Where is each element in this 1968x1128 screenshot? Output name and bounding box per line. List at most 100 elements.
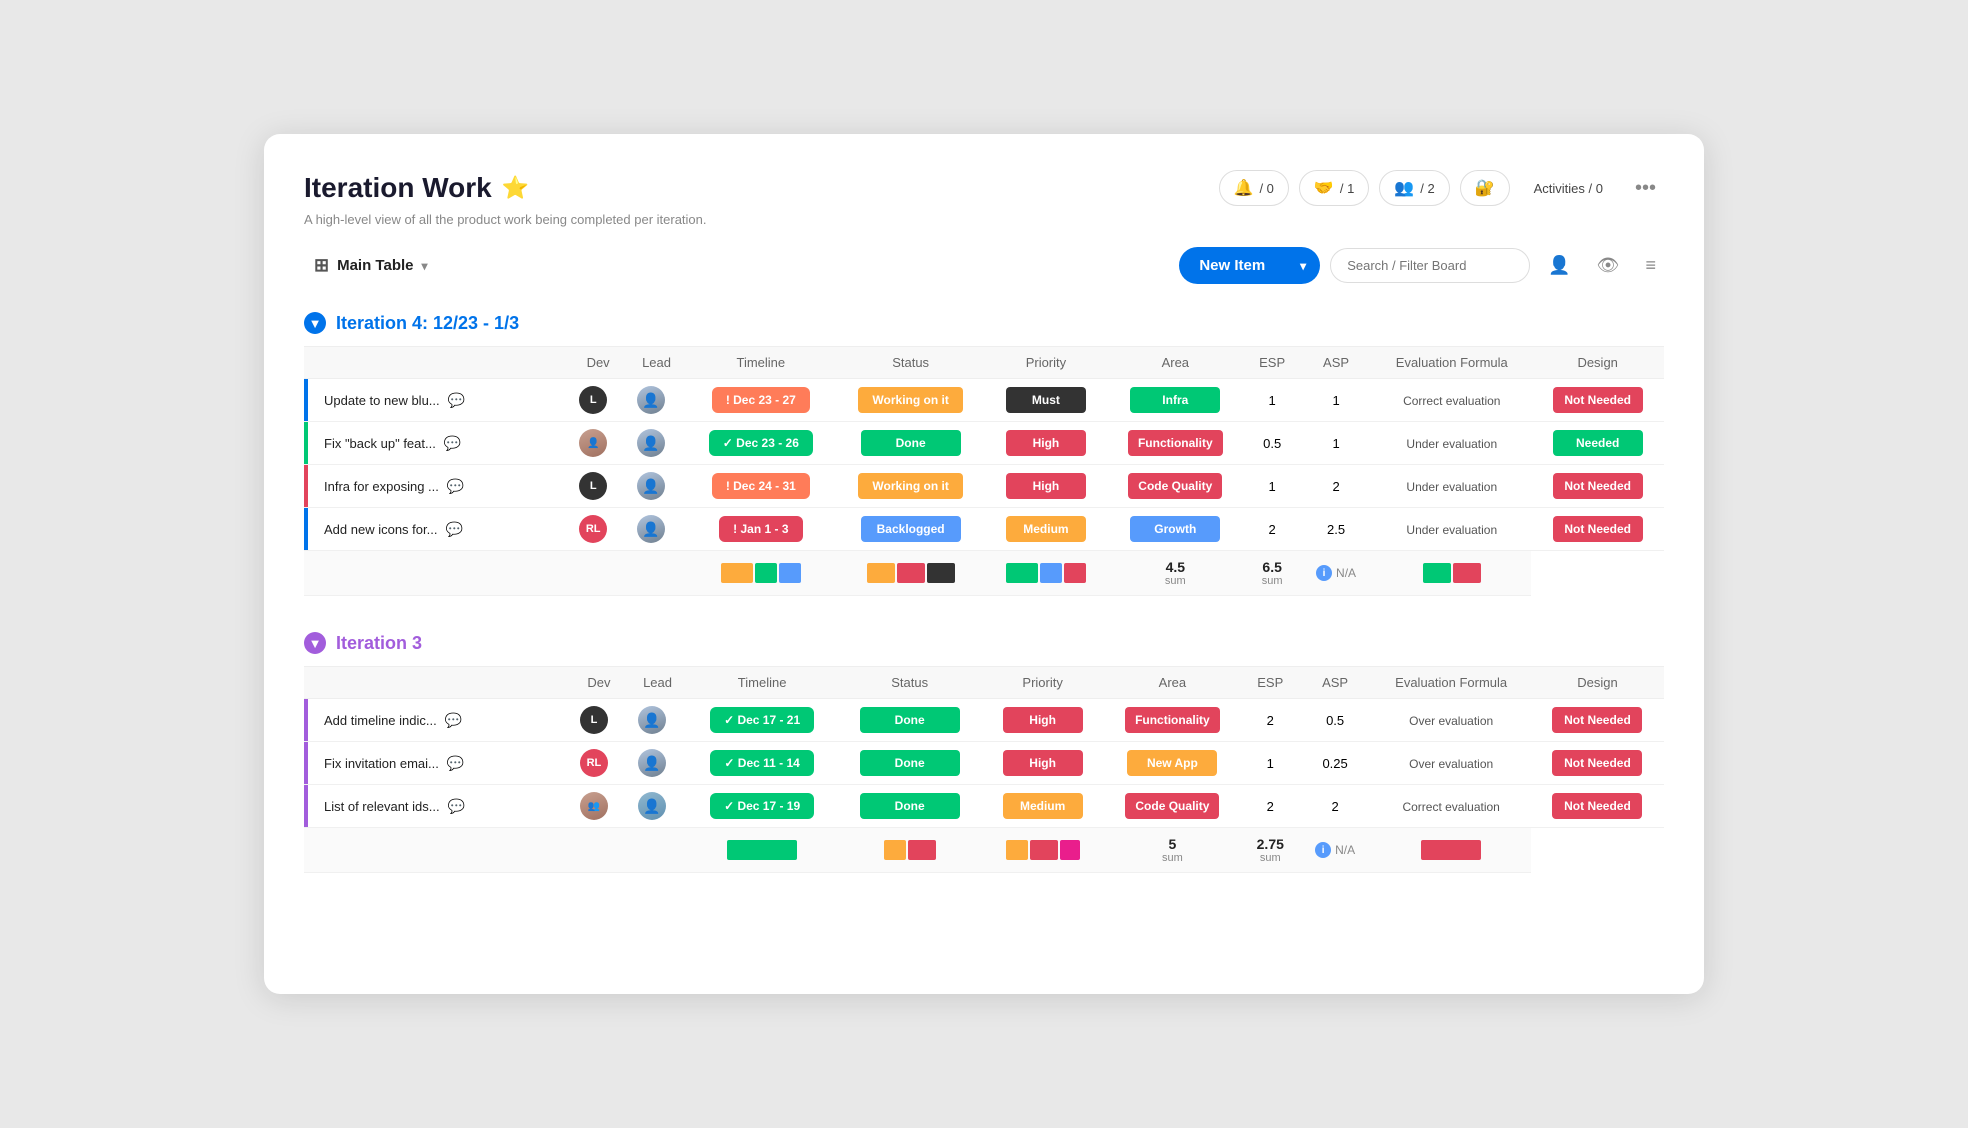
asp-cell: 2.5 (1300, 508, 1372, 551)
title-row: Iteration Work ⭐ (304, 172, 529, 204)
more-options-btn[interactable]: ••• (1627, 173, 1664, 204)
area-cell: New App (1103, 742, 1242, 785)
info-icon: i (1315, 842, 1331, 858)
iteration3-table: Dev Lead Timeline Status Priority Area E… (304, 666, 1664, 873)
summary-eval: i N/A (1299, 828, 1372, 873)
priority-cell: High (986, 465, 1107, 508)
star-icon[interactable]: ⭐ (502, 175, 529, 201)
timeline-badge: ! Jan 1 - 3 (719, 516, 802, 542)
summary-status (836, 551, 986, 596)
design-cell: Not Needed (1531, 742, 1664, 785)
lead-avatar: 👤 (637, 429, 665, 457)
avatar: RL (579, 515, 607, 543)
status-badge: Backlogged (861, 516, 961, 542)
chevron-down-icon: ▾ (422, 259, 428, 273)
members-btn[interactable]: 👥 / 2 (1379, 170, 1449, 206)
table-row: List of relevant ids... 💬 👥 👤 ✓ Dec 17 -… (304, 785, 1664, 828)
iteration3-summary-row: 5 sum 2.75 sum i N/A (304, 828, 1664, 873)
timeline-cell: ! Dec 24 - 31 (686, 465, 836, 508)
status-badge: Done (860, 793, 960, 819)
header-top: Iteration Work ⭐ 🔔 / 0 🤝 / 1 👥 / 2 🔐 Act… (304, 170, 1664, 206)
comment-icon[interactable]: 💬 (445, 712, 462, 729)
iteration4-toggle[interactable]: ▼ (304, 312, 326, 334)
dev-cell: RL (569, 508, 627, 551)
item-name-cell: Fix invitation emai... 💬 (304, 742, 570, 785)
activities-label: Activities / 0 (1534, 181, 1603, 196)
page-subtitle: A high-level view of all the product wor… (304, 212, 1664, 227)
priority-badge: High (1003, 707, 1083, 733)
status-badge: Done (860, 707, 960, 733)
lead-cell: 👤 (628, 699, 687, 742)
iteration3-header-row: Dev Lead Timeline Status Priority Area E… (304, 667, 1664, 699)
priority-cell: Medium (986, 508, 1107, 551)
summary-empty (628, 828, 687, 873)
info-icon: i (1316, 565, 1332, 581)
priority-badge: Medium (1006, 516, 1086, 542)
asp-cell: 1 (1300, 422, 1372, 465)
lead-avatar: 👤 (638, 749, 666, 777)
new-item-btn[interactable]: New Item ▾ (1179, 247, 1320, 284)
asp-cell: 0.25 (1299, 742, 1372, 785)
eval-cell: Over evaluation (1371, 742, 1531, 785)
priority-badge: High (1003, 750, 1083, 776)
priority-cell: High (982, 742, 1103, 785)
status-cell: Backlogged (836, 508, 986, 551)
user-profile-btn[interactable]: 👤 (1540, 249, 1578, 282)
col-esp: ESP (1242, 667, 1299, 699)
comment-icon[interactable]: 💬 (447, 478, 464, 495)
table-icon: ⊞ (314, 255, 329, 276)
status-cell: Working on it (836, 379, 986, 422)
esp-cell: 2 (1242, 785, 1299, 828)
permissions-btn[interactable]: 🔐 (1460, 170, 1510, 206)
item-name-cell: List of relevant ids... 💬 (304, 785, 570, 828)
notifications-btn[interactable]: 🔔 / 0 (1219, 170, 1289, 206)
col-dev: Dev (569, 347, 627, 379)
iteration3-title: Iteration 3 (336, 633, 422, 654)
col-asp: ASP (1299, 667, 1372, 699)
esp-cell: 1 (1242, 742, 1299, 785)
esp-sum-label: sum (1113, 852, 1232, 864)
col-area: Area (1106, 347, 1244, 379)
avatar: L (579, 472, 607, 500)
lead-cell: 👤 (627, 422, 686, 465)
invites-btn[interactable]: 🤝 / 1 (1299, 170, 1369, 206)
comment-icon[interactable]: 💬 (444, 435, 461, 452)
toolbar-left: ⊞ Main Table ▾ (304, 249, 438, 282)
filter-btn[interactable]: ≡ (1637, 249, 1664, 282)
summary-empty (304, 551, 569, 596)
comment-icon[interactable]: 💬 (448, 392, 465, 409)
design-badge: Not Needed (1552, 793, 1642, 819)
shield-icon: 🔐 (1475, 178, 1495, 198)
iteration4-title: Iteration 4: 12/23 - 1/3 (336, 313, 519, 334)
priority-cell: Medium (982, 785, 1103, 828)
summary-esp: 4.5 sum (1106, 551, 1244, 596)
timeline-cell: ✓ Dec 17 - 21 (687, 699, 837, 742)
eval-na-label: N/A (1335, 843, 1355, 857)
invites-count: / 1 (1340, 181, 1354, 196)
area-badge: Code Quality (1128, 473, 1222, 499)
comment-icon[interactable]: 💬 (445, 521, 462, 538)
iteration3-toggle[interactable]: ▼ (304, 632, 326, 654)
summary-esp: 5 sum (1103, 828, 1242, 873)
design-cell: Not Needed (1531, 379, 1664, 422)
main-table-btn[interactable]: ⊞ Main Table ▾ (304, 249, 438, 282)
status-cell: Working on it (836, 465, 986, 508)
area-badge: Code Quality (1125, 793, 1219, 819)
design-badge: Not Needed (1552, 750, 1642, 776)
design-badge: Not Needed (1552, 707, 1642, 733)
comment-icon[interactable]: 💬 (447, 755, 464, 772)
search-input[interactable] (1330, 248, 1530, 283)
comment-icon[interactable]: 💬 (448, 798, 465, 815)
timeline-cell: ! Dec 23 - 27 (686, 379, 836, 422)
status-badge: Done (861, 430, 961, 456)
new-item-arrow-icon[interactable]: ▾ (1286, 249, 1320, 283)
activities-btn[interactable]: Activities / 0 (1520, 174, 1617, 203)
area-cell: Growth (1106, 508, 1244, 551)
summary-design (1372, 551, 1531, 596)
col-eval: Evaluation Formula (1371, 667, 1531, 699)
eval-cell: Over evaluation (1371, 699, 1531, 742)
eye-slash-icon[interactable]: 👁 (1589, 249, 1628, 282)
iteration4-table: Dev Lead Timeline Status Priority Area E… (304, 346, 1664, 596)
esp-sum: 4.5 (1116, 559, 1234, 575)
lead-avatar: 👤 (638, 792, 666, 820)
